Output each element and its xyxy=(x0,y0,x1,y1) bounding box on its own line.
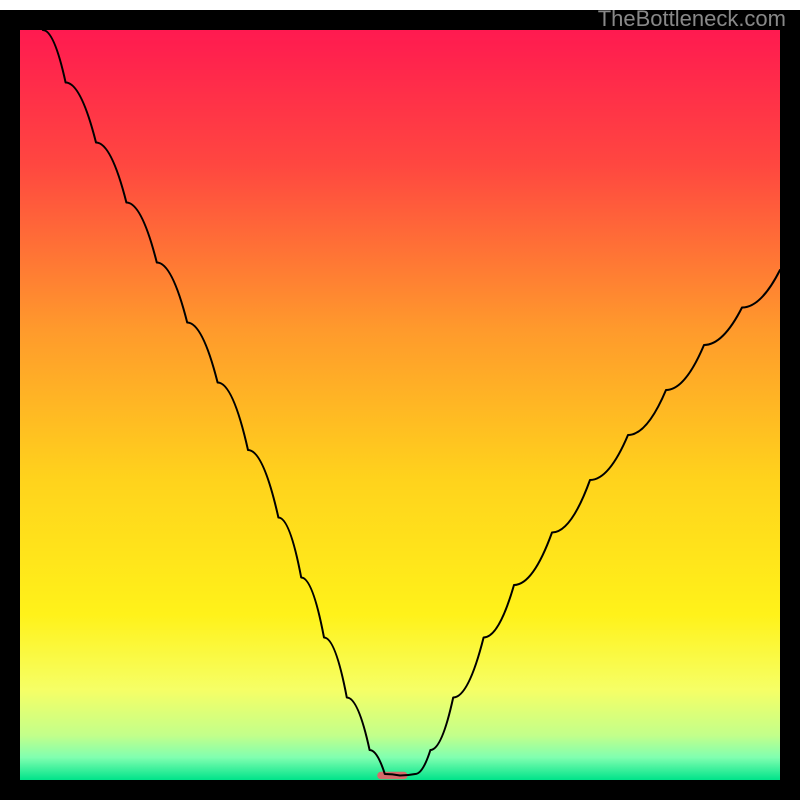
plot-area xyxy=(10,20,790,790)
watermark-text: TheBottleneck.com xyxy=(598,6,786,32)
chart-container: TheBottleneck.com xyxy=(0,0,800,800)
bottleneck-chart xyxy=(0,0,800,800)
plot-background xyxy=(20,30,780,780)
